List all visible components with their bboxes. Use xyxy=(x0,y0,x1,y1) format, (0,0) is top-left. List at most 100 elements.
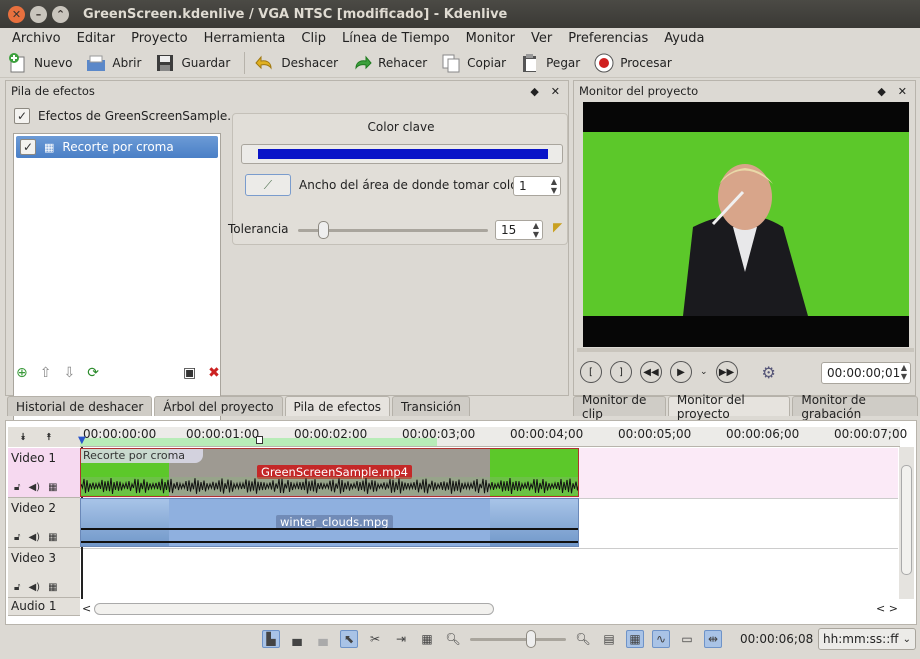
show-video-thumbnails-icon[interactable]: ▦ xyxy=(626,630,644,648)
rewind-icon[interactable]: ◀◀ xyxy=(640,361,662,383)
reset-effect-icon[interactable]: ⟳ xyxy=(87,365,99,381)
play-icon[interactable]: ▶ xyxy=(670,361,692,383)
move-up-icon[interactable]: ⇧ xyxy=(40,365,52,381)
scroll-left-icon[interactable]: < xyxy=(82,602,91,615)
copy-button[interactable]: Copiar xyxy=(441,53,506,73)
timecode-format-select[interactable]: hh:mm:ss::ff ⌄ xyxy=(818,628,916,650)
maximize-window-button[interactable]: ⌃ xyxy=(52,5,69,23)
tab-undo-history[interactable]: Historial de deshacer xyxy=(7,396,153,416)
track-header-video-1[interactable]: Video 1 🔓︎ ◀) ▦ xyxy=(8,448,80,498)
normal-mode-icon[interactable]: ▙ xyxy=(262,630,280,648)
track-header-video-3[interactable]: Video 3 🔓︎ ◀) ▦ xyxy=(8,548,80,598)
menu-monitor[interactable]: Monitor xyxy=(458,31,523,46)
spacer-tool-icon[interactable]: ⇥ xyxy=(392,630,410,648)
render-button[interactable]: Procesar xyxy=(594,53,672,73)
spin-arrows-icon[interactable]: ▲ ▼ xyxy=(533,221,539,239)
undo-button[interactable]: Deshacer xyxy=(255,53,338,73)
menu-archivo[interactable]: Archivo xyxy=(4,31,69,46)
close-window-button[interactable]: ✕ xyxy=(8,5,25,23)
effect-list-item[interactable]: ✓ ▦ Recorte por croma xyxy=(16,136,218,158)
color-picker-button[interactable]: ⟋ xyxy=(245,174,291,196)
paste-button[interactable]: Pegar xyxy=(520,53,580,73)
zone-handle[interactable] xyxy=(256,436,263,444)
keyframe-icon[interactable]: ◤ xyxy=(553,220,562,234)
zoom-slider[interactable] xyxy=(470,630,566,648)
area-width-spinbox[interactable]: 1 ▲ ▼ xyxy=(513,176,561,196)
menu-editar[interactable]: Editar xyxy=(69,31,124,46)
zoom-out-icon[interactable]: 🔍︎ xyxy=(444,630,462,648)
menu-ayuda[interactable]: Ayuda xyxy=(656,31,712,46)
razor-tool-icon[interactable]: ✂ xyxy=(366,630,384,648)
save-effect-icon[interactable]: ▣ xyxy=(183,365,196,381)
overwrite-mode-icon[interactable]: ▄ xyxy=(288,630,306,648)
timeline-vertical-scrollbar[interactable] xyxy=(899,447,914,599)
menu-proyecto[interactable]: Proyecto xyxy=(123,31,196,46)
menu-ver[interactable]: Ver xyxy=(523,31,560,46)
scrollbar-handle[interactable] xyxy=(94,603,494,615)
track-header-audio-1[interactable]: Audio 1 xyxy=(8,598,80,616)
show-markers-icon[interactable]: ▭ xyxy=(678,630,696,648)
open-button[interactable]: Abrir xyxy=(86,53,141,73)
playhead-marker-icon[interactable]: ▼ xyxy=(78,435,86,446)
tolerance-slider-handle[interactable] xyxy=(318,221,329,239)
audio-speaker-icon[interactable]: ◀) xyxy=(28,532,40,543)
menu-herramienta[interactable]: Herramienta xyxy=(196,31,294,46)
tolerance-spinbox[interactable]: 15 ▲ ▼ xyxy=(495,220,543,240)
menu-linea-de-tiempo[interactable]: Línea de Tiempo xyxy=(334,31,458,46)
lock-icon[interactable]: 🔓︎ xyxy=(14,582,20,593)
spin-arrows-icon[interactable]: ▲ ▼ xyxy=(901,363,907,381)
set-zone-end-icon[interactable]: ] xyxy=(610,361,632,383)
float-panel-icon[interactable]: ◆ xyxy=(877,85,885,98)
video-film-icon[interactable]: ▦ xyxy=(48,482,57,493)
snap-icon[interactable]: ⇹ xyxy=(704,630,722,648)
lock-icon[interactable]: 🔓︎ xyxy=(14,482,20,493)
video-film-icon[interactable]: ▦ xyxy=(48,582,57,593)
delete-effect-icon[interactable]: ✖ xyxy=(208,365,220,381)
minimize-window-button[interactable]: – xyxy=(30,5,47,23)
chevron-down-icon[interactable]: ⌄ xyxy=(700,367,708,377)
set-zone-start-icon[interactable]: [ xyxy=(580,361,602,383)
settings-gear-icon[interactable]: ⚙ xyxy=(762,363,776,382)
new-button[interactable]: Nuevo xyxy=(8,52,72,73)
tab-effect-stack[interactable]: Pila de efectos xyxy=(284,396,391,416)
scroll-right-icon[interactable]: < > xyxy=(876,602,898,615)
tab-project-monitor[interactable]: Monitor del proyecto xyxy=(667,393,791,421)
checkbox-checked-icon[interactable]: ✓ xyxy=(14,108,30,124)
timeline-clip-greenscreen[interactable]: Recorte por croma GreenScreenSample.mp4 xyxy=(80,448,579,497)
selection-tool-icon[interactable]: ⬉ xyxy=(340,630,358,648)
audio-speaker-icon[interactable]: ◀) xyxy=(28,582,40,593)
show-audio-waveform-icon[interactable]: ∿ xyxy=(652,630,670,648)
close-panel-icon[interactable]: ✕ xyxy=(551,85,560,98)
tab-transition[interactable]: Transición xyxy=(392,396,470,416)
menu-clip[interactable]: Clip xyxy=(293,31,334,46)
insert-mode-icon[interactable]: ▄ xyxy=(314,630,332,648)
spin-arrows-icon[interactable]: ▲ ▼ xyxy=(551,177,557,195)
monitor-timecode[interactable]: 00:00:00;01 ▲ ▼ xyxy=(821,362,911,384)
add-effect-icon[interactable]: ⊕ xyxy=(16,365,28,381)
zoom-in-icon[interactable]: 🔍︎ xyxy=(574,630,592,648)
redo-button[interactable]: Rehacer xyxy=(352,53,427,73)
collapse-tracks-icon[interactable]: ⯯ xyxy=(20,432,26,443)
tab-clip-monitor[interactable]: Monitor de clip xyxy=(573,393,666,421)
scrollbar-handle[interactable] xyxy=(901,465,912,575)
move-down-icon[interactable]: ⇩ xyxy=(63,365,75,381)
forward-icon[interactable]: ▶▶ xyxy=(715,361,738,383)
monitor-position-bar[interactable] xyxy=(577,348,914,352)
show-thumbnails-icon[interactable]: ▤ xyxy=(600,630,618,648)
close-panel-icon[interactable]: ✕ xyxy=(898,85,907,98)
expand-tracks-icon[interactable]: ⯭ xyxy=(46,432,52,443)
track-header-video-2[interactable]: Video 2 🔓︎ ◀) ▦ xyxy=(8,498,80,548)
key-color-button[interactable] xyxy=(241,144,563,164)
timeline-horizontal-scrollbar[interactable]: < < > xyxy=(80,602,898,617)
menu-preferencias[interactable]: Preferencias xyxy=(560,31,656,46)
tab-record-monitor[interactable]: Monitor de grabación xyxy=(792,393,918,421)
timeline-clip-winter-clouds[interactable]: winter_clouds.mpg xyxy=(80,498,579,547)
tab-project-tree[interactable]: Árbol del proyecto xyxy=(154,396,283,416)
effect-stack-enable[interactable]: ✓ Efectos de GreenScreenSample... xyxy=(14,108,239,124)
audio-speaker-icon[interactable]: ◀) xyxy=(28,482,40,493)
timeline-ruler[interactable]: 00:00:00;00 00:00:01;00 00:00:02;00 00:0… xyxy=(78,427,907,447)
save-button[interactable]: Guardar xyxy=(155,53,230,73)
checkbox-checked-icon[interactable]: ✓ xyxy=(20,139,36,155)
zoom-slider-handle[interactable] xyxy=(526,630,536,648)
lock-icon[interactable]: 🔓︎ xyxy=(14,532,20,543)
